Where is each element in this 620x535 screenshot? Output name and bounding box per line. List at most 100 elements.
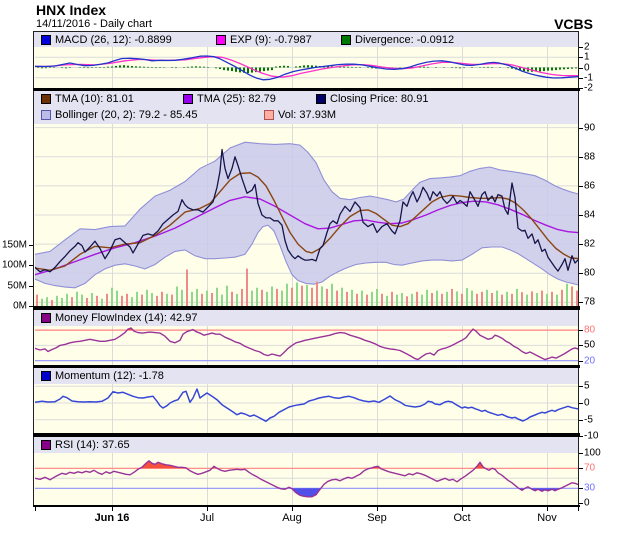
axis-tickmark	[579, 488, 583, 489]
axis-tickmark	[462, 507, 463, 511]
rsi-legend: RSI (14): 37.65	[34, 437, 578, 453]
legend-label: TMA (25): 82.79	[197, 93, 276, 105]
axis-tick-label: 90	[584, 122, 595, 133]
legend-label: Momentum (12): -1.78	[55, 370, 164, 382]
price-legend: TMA (10): 81.01 TMA (25): 82.79 Closing …	[34, 91, 578, 124]
axis-tickmark	[579, 128, 583, 129]
macd-legend: MACD (26, 12): -0.8899 EXP (9): -0.7987 …	[34, 32, 578, 47]
axis-tick-label: 0	[584, 398, 590, 409]
legend-mfi: Money FlowIndex (14): 42.97	[41, 312, 197, 324]
axis-tickmark	[578, 507, 579, 511]
axis-tick-label: 70	[584, 463, 595, 474]
axis-tick-label: 100	[584, 448, 601, 459]
legend-bollinger: Bollinger (20, 2): 79.2 - 85.45	[41, 109, 197, 121]
mfi-plot	[35, 326, 578, 365]
legend-closing-price: Closing Price: 80.91	[316, 93, 428, 105]
axis-tickmark	[579, 361, 583, 362]
axis-tick-label: -5	[584, 414, 593, 425]
axis-tick-label: 50M	[0, 280, 27, 291]
axis-tick-label: -10	[584, 431, 598, 442]
legend-label: RSI (14): 37.65	[55, 439, 130, 451]
legend-divergence: Divergence: -0.0912	[341, 34, 454, 46]
momentum-plot	[35, 384, 578, 433]
axis-tickmark	[29, 306, 33, 307]
axis-tick-label: 86	[584, 180, 595, 191]
mfi-legend: Money FlowIndex (14): 42.97	[34, 310, 578, 326]
rsi-swatch-icon	[41, 440, 51, 450]
axis-tick-label: -2	[584, 83, 593, 94]
legend-label: Closing Price: 80.91	[330, 93, 428, 105]
brand-logo: VCBS	[554, 16, 593, 32]
panel-separator	[33, 306, 580, 310]
bollinger-swatch-icon	[41, 110, 51, 120]
axis-tickmark	[579, 57, 583, 58]
chart-subtitle: 14/11/2016 - Daily chart	[36, 18, 152, 30]
axis-tick-label: 20	[584, 355, 595, 366]
axis-tick-label: 5	[584, 381, 590, 392]
legend-label: MACD (26, 12): -0.8899	[55, 34, 172, 46]
legend-label: Money FlowIndex (14): 42.97	[55, 312, 197, 324]
divergence-swatch-icon	[341, 35, 351, 45]
axis-tick-label: 82	[584, 239, 595, 250]
axis-tickmark	[547, 507, 548, 511]
stock-chart-page: HNX Index 14/11/2016 - Daily chart VCBS …	[0, 0, 620, 535]
panel-separator	[33, 433, 580, 437]
axis-tickmark	[35, 507, 36, 511]
axis-tick-label: Aug	[262, 512, 322, 524]
axis-tickmark	[207, 507, 208, 511]
axis-tick-label: 88	[584, 151, 595, 162]
price-plot	[35, 124, 578, 306]
axis-tickmark	[292, 507, 293, 511]
macd-plot	[35, 47, 578, 88]
axis-tick-label: 30	[584, 483, 595, 494]
axis-tickmark	[579, 157, 583, 158]
panel-separator	[33, 88, 580, 91]
axis-tickmark	[29, 245, 33, 246]
axis-tick-label: 100M	[0, 260, 27, 271]
axis-tick-label: 50	[584, 340, 595, 351]
momentum-swatch-icon	[41, 371, 51, 381]
axis-tickmark	[579, 453, 583, 454]
tma25-swatch-icon	[183, 94, 193, 104]
exp-swatch-icon	[216, 35, 226, 45]
legend-label: Divergence: -0.0912	[355, 34, 454, 46]
legend-label: EXP (9): -0.7987	[230, 34, 312, 46]
legend-exp: EXP (9): -0.7987	[216, 34, 312, 46]
page-title: HNX Index	[36, 2, 106, 18]
axis-tickmark	[579, 302, 583, 303]
momentum-legend: Momentum (12): -1.78	[34, 368, 578, 384]
legend-label: TMA (10): 81.01	[55, 93, 134, 105]
axis-tickmark	[579, 244, 583, 245]
axis-tickmark	[579, 78, 583, 79]
legend-label: Vol: 37.93M	[278, 109, 336, 121]
axis-tick-label: Oct	[432, 512, 492, 524]
panel-separator	[33, 505, 580, 507]
axis-tick-label: 84	[584, 210, 595, 221]
axis-tickmark	[579, 88, 583, 89]
axis-tickmark	[579, 47, 583, 48]
axis-tick-label: Nov	[517, 512, 577, 524]
axis-tick-label: 0M	[0, 301, 27, 312]
axis-tickmark	[579, 503, 583, 504]
axis-tick-label: 150M	[0, 240, 27, 251]
axis-tick-label: 78	[584, 297, 595, 308]
axis-tick-label: Jul	[177, 512, 237, 524]
legend-label: Bollinger (20, 2): 79.2 - 85.45	[55, 109, 197, 121]
axis-tickmark	[579, 330, 583, 331]
axis-tickmark	[112, 507, 113, 511]
legend-macd: MACD (26, 12): -0.8899	[41, 34, 172, 46]
axis-tick-label: 80	[584, 268, 595, 279]
axis-tickmark	[579, 345, 583, 346]
axis-tickmark	[579, 215, 583, 216]
axis-tickmark	[579, 403, 583, 404]
axis-tick-label: Jun 16	[82, 512, 142, 524]
panel-separator	[33, 365, 580, 368]
axis-tickmark	[579, 273, 583, 274]
axis-tickmark	[579, 386, 583, 387]
axis-tickmark	[29, 265, 33, 266]
tma10-swatch-icon	[41, 94, 51, 104]
axis-tickmark	[579, 468, 583, 469]
legend-momentum: Momentum (12): -1.78	[41, 370, 164, 382]
closing-price-swatch-icon	[316, 94, 326, 104]
legend-tma10: TMA (10): 81.01	[41, 93, 134, 105]
